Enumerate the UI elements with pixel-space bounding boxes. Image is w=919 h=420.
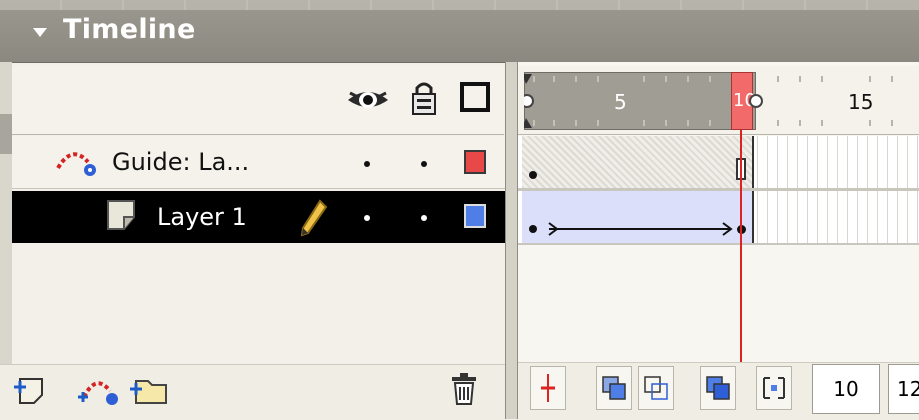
motion-guide-icon: [56, 152, 96, 176]
frame-rate-field[interactable]: 12: [888, 364, 919, 414]
keyframe-dot[interactable]: [529, 171, 537, 179]
center-frame-button[interactable]: [530, 366, 566, 410]
row-separator: [518, 243, 919, 245]
onion-skin-icon: [602, 376, 626, 400]
edit-multiple-frames-button[interactable]: [700, 366, 736, 410]
layer-header: [12, 66, 504, 135]
guide-frame-span[interactable]: [522, 136, 754, 188]
layer-name[interactable]: Layer 1: [157, 203, 247, 231]
onion-skin-outlines-button[interactable]: [638, 366, 674, 410]
layer-name[interactable]: Guide: La...: [112, 148, 249, 176]
lock-dot[interactable]: [421, 215, 427, 221]
layer-row-layer-1[interactable]: Layer 1: [12, 191, 508, 243]
insert-layer-icon[interactable]: [12, 373, 46, 407]
panel-splitter[interactable]: [505, 62, 518, 419]
collapse-arrow-icon[interactable]: [33, 28, 47, 37]
delete-layer-icon[interactable]: [448, 371, 480, 407]
pencil-icon: [300, 199, 328, 237]
eye-icon[interactable]: [346, 84, 390, 114]
current-frame-field[interactable]: 10: [812, 364, 880, 414]
layers-footer: [0, 364, 508, 420]
layer-row-guide[interactable]: Guide: La...: [12, 136, 508, 189]
panel-title: Timeline: [63, 14, 196, 45]
left-edge-shadow: [0, 114, 12, 154]
visibility-dot[interactable]: [364, 215, 370, 221]
edit-multiple-frames-icon: [706, 376, 730, 400]
lock-dot[interactable]: [421, 161, 427, 167]
outline-color-swatch[interactable]: [464, 204, 486, 228]
keyframe-dot[interactable]: [529, 225, 537, 233]
motion-tween-arrow: [548, 222, 733, 236]
onion-skin-outlines-icon: [644, 376, 668, 400]
modify-onion-markers-button[interactable]: [756, 366, 792, 410]
ruler-label-15: 15: [848, 90, 874, 114]
insert-folder-icon[interactable]: [128, 371, 170, 407]
layers-empty-area: [12, 244, 508, 364]
lock-icon[interactable]: [410, 80, 438, 116]
center-frame-icon: [541, 374, 555, 402]
add-motion-guide-icon[interactable]: [76, 369, 122, 409]
onion-marker-icon[interactable]: [748, 92, 766, 110]
modify-onion-markers-icon: [763, 377, 785, 399]
top-strip: [0, 0, 919, 10]
ruler-label-5: 5: [614, 90, 627, 114]
layer-icon: [107, 200, 135, 230]
outline-color-swatch[interactable]: [464, 150, 486, 174]
visibility-dot[interactable]: [364, 161, 370, 167]
row-separator: [518, 188, 919, 191]
onion-skin-button[interactable]: [596, 366, 632, 410]
outline-icon[interactable]: [460, 82, 490, 112]
